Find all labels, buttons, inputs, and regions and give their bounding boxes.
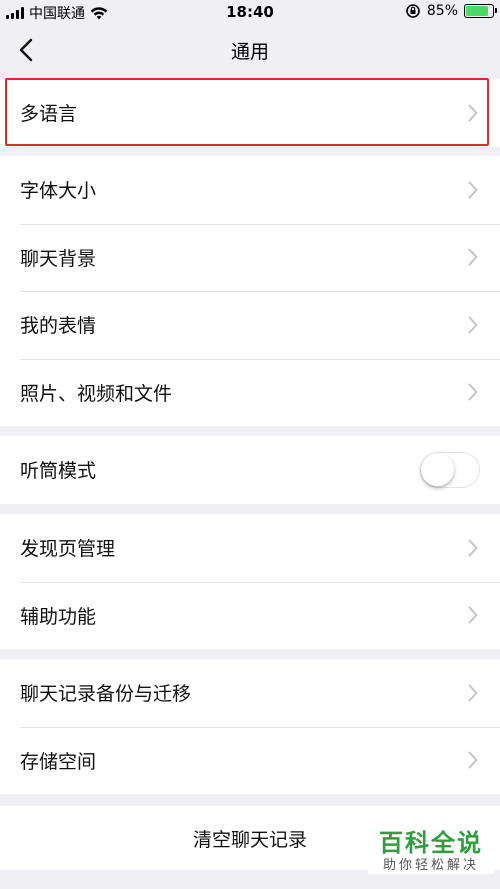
chevron-right-icon: [468, 383, 478, 401]
row-storage-space[interactable]: 存储空间: [0, 726, 500, 795]
chevron-right-icon: [468, 606, 478, 624]
row-language[interactable]: 多语言: [0, 79, 500, 147]
row-label: 发现页管理: [20, 538, 116, 561]
row-receiver-mode: 听筒模式: [0, 436, 500, 504]
page-title: 通用: [230, 40, 269, 63]
row-accessibility[interactable]: 辅助功能: [0, 581, 500, 650]
row-chat-backup[interactable]: 聊天记录备份与迁移: [0, 659, 500, 727]
group-receiver: 听筒模式: [0, 436, 500, 504]
orientation-lock-icon: [406, 4, 420, 18]
receiver-mode-toggle[interactable]: [420, 451, 480, 488]
row-label: 听筒模式: [20, 460, 97, 483]
battery-percent: 85%: [426, 3, 458, 19]
status-bar: 中国联通 18:40 85%: [0, 0, 500, 24]
row-my-stickers[interactable]: 我的表情: [0, 291, 500, 359]
chevron-right-icon: [468, 248, 478, 266]
group-display: 字体大小 聊天背景 我的表情 照片、视频和文件: [0, 156, 500, 426]
group-storage: 聊天记录备份与迁移 存储空间: [0, 659, 500, 794]
watermark-title: 百科全说: [379, 829, 483, 857]
chevron-right-icon: [468, 684, 478, 702]
back-button[interactable]: [14, 36, 42, 64]
battery-icon: [464, 4, 497, 18]
row-discover-management[interactable]: 发现页管理: [0, 514, 500, 582]
row-label: 聊天记录备份与迁移: [20, 683, 192, 706]
row-label: 照片、视频和文件: [20, 382, 173, 405]
chevron-right-icon: [468, 181, 478, 199]
group-language: 多语言: [0, 79, 500, 147]
row-chat-background[interactable]: 聊天背景: [0, 223, 500, 292]
chevron-right-icon: [468, 104, 478, 122]
row-font-size[interactable]: 字体大小: [0, 156, 500, 224]
group-features: 发现页管理 辅助功能: [0, 514, 500, 649]
toggle-knob: [421, 452, 454, 486]
battery-fill: [466, 6, 489, 16]
row-label: 辅助功能: [20, 605, 97, 628]
watermark-subtitle: 助你轻松解决: [382, 858, 479, 873]
row-media-files[interactable]: 照片、视频和文件: [0, 358, 500, 427]
chevron-right-icon: [468, 316, 478, 334]
row-label: 存储空间: [20, 750, 97, 773]
nav-bar: 通用: [0, 24, 500, 76]
row-label: 聊天背景: [20, 247, 97, 270]
status-right: 85%: [405, 3, 497, 19]
watermark: 百科全说 助你轻松解决: [368, 828, 494, 874]
row-label: 多语言: [20, 103, 78, 126]
row-label: 字体大小: [20, 180, 97, 203]
row-label: 我的表情: [20, 315, 97, 338]
chevron-right-icon: [468, 539, 478, 557]
chevron-right-icon: [468, 751, 478, 769]
